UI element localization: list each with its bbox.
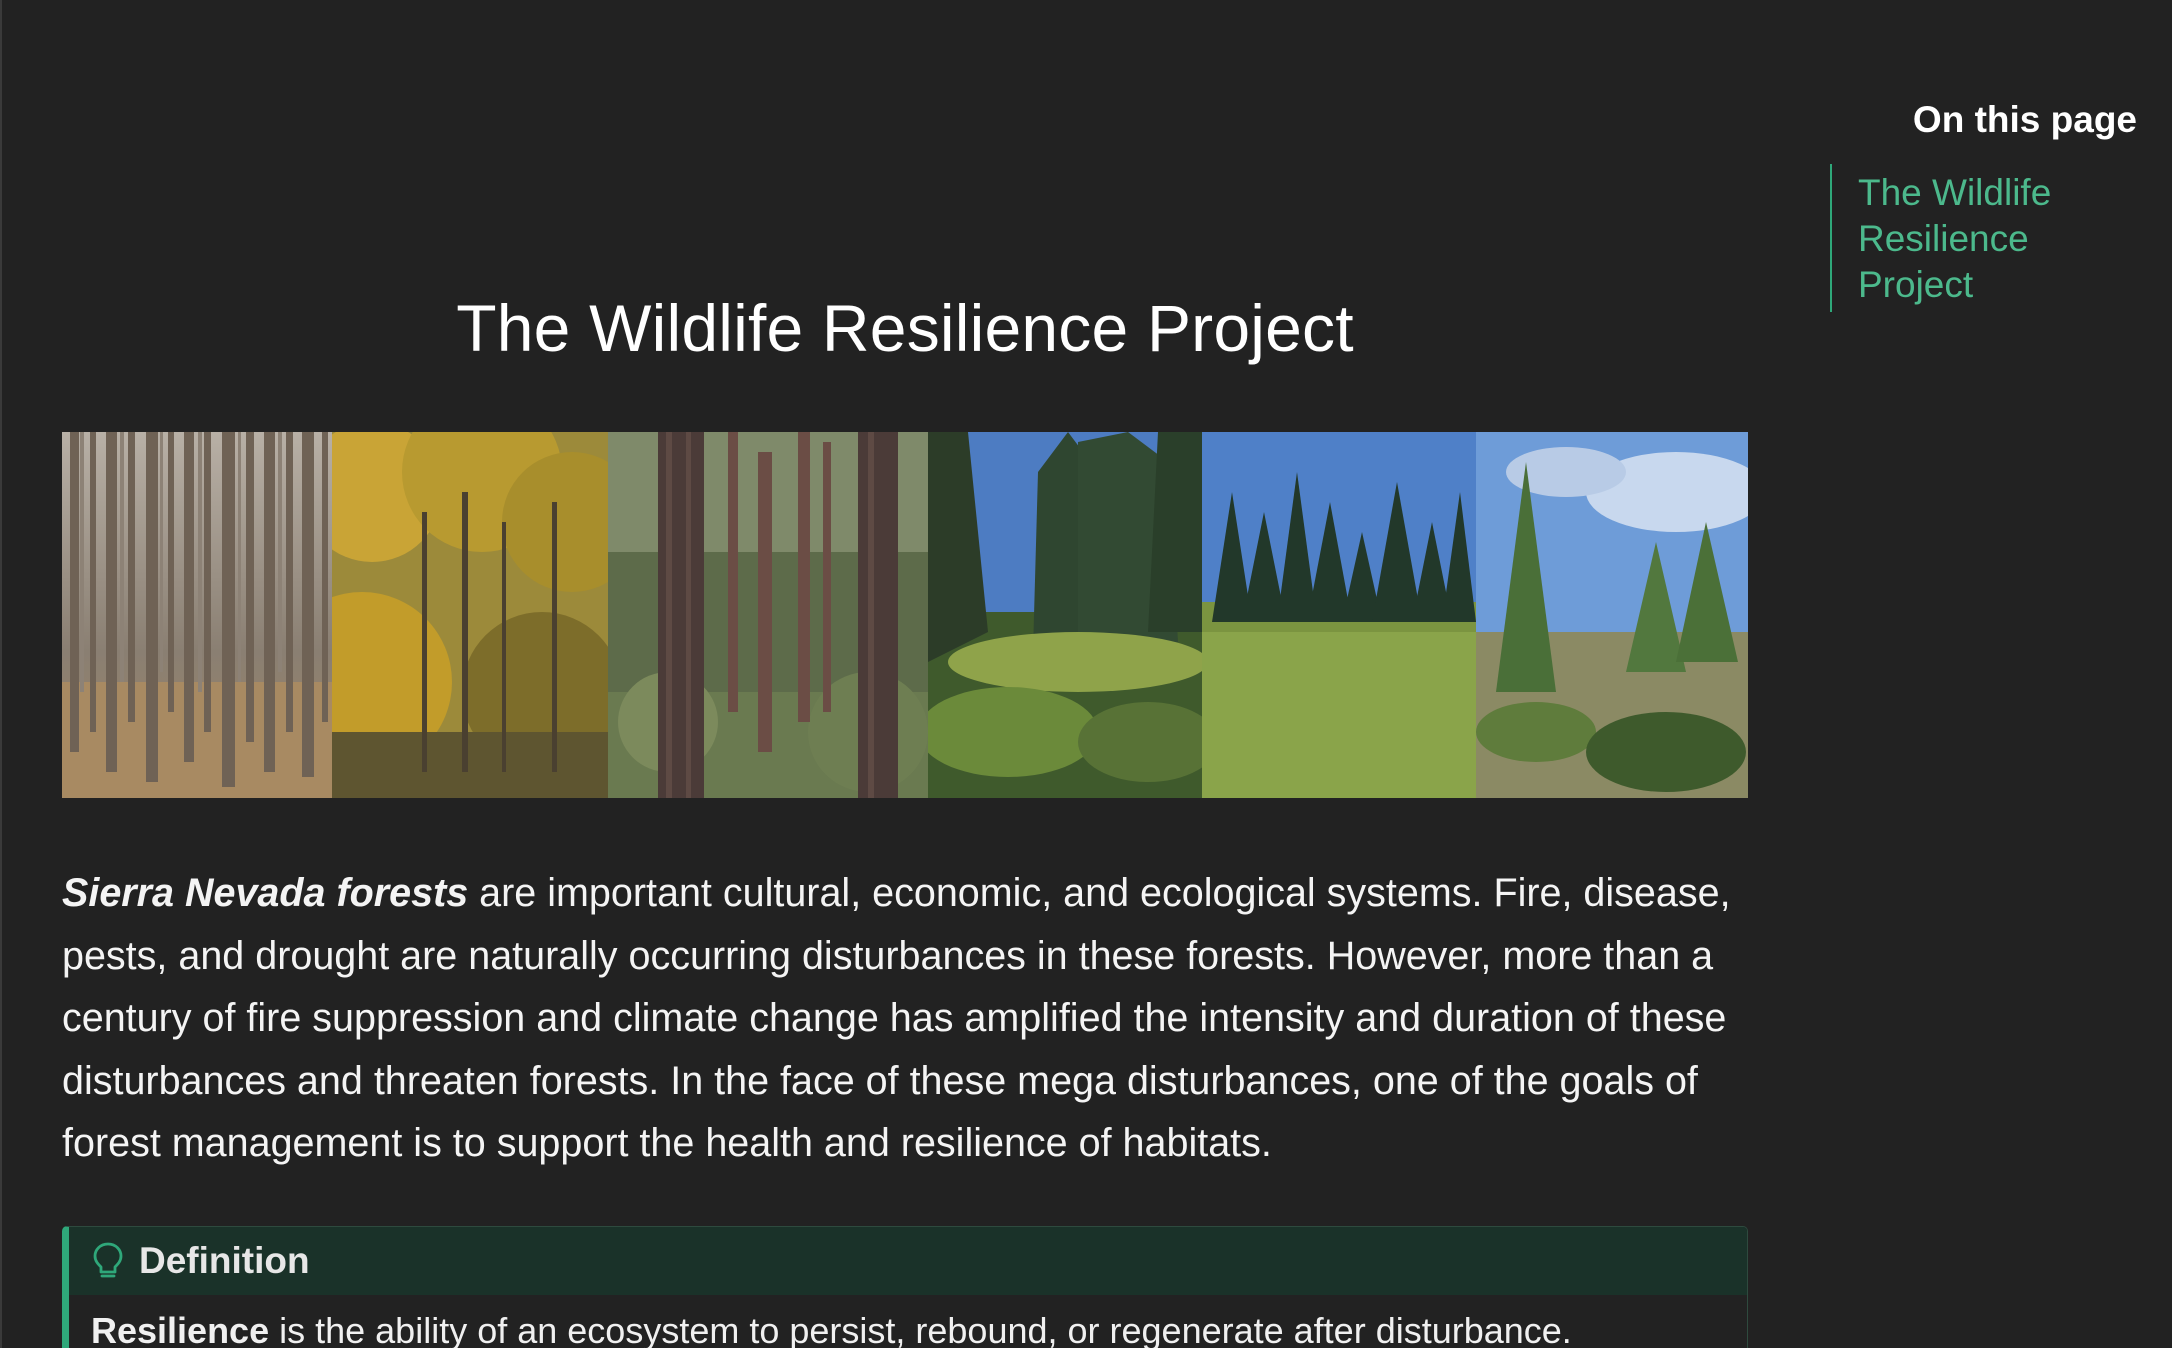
forest-photo-pine-trunks [608, 432, 928, 798]
toc-link-line1: The Wildlife [1858, 172, 2052, 213]
definition-body: Resilience is the ability of an ecosyste… [69, 1295, 1747, 1348]
page-title: The Wildlife Resilience Project [456, 291, 1354, 365]
intro-text: are important cultural, economic, and ec… [62, 871, 1731, 1165]
forest-photo-open-slope [1476, 432, 1748, 798]
forest-photo-meadow [1202, 432, 1476, 798]
definition-term: Resilience [91, 1310, 270, 1348]
definition-callout: Definition Resilience is the ability of … [62, 1226, 1748, 1348]
lightbulb-icon [93, 1242, 123, 1278]
definition-title: Definition [139, 1240, 310, 1281]
forest-photo-conifers [928, 432, 1202, 798]
definition-text: is the ability of an ecosystem to persis… [269, 1310, 1572, 1348]
definition-header: Definition [69, 1227, 1747, 1295]
forest-photo-aspens [332, 432, 608, 798]
page: The Wildlife Resilience Project Sierra N… [0, 0, 2172, 1348]
forest-banner-image [62, 432, 1748, 798]
toc-nav: The Wildlife Resilience Project [1830, 164, 2150, 312]
toc-heading: On this page [1912, 99, 2137, 140]
toc-link-line2: Resilience Project [1858, 218, 2029, 305]
toc-link-wildlife-resilience-project[interactable]: The Wildlife Resilience Project [1858, 170, 2150, 308]
intro-emphasis: Sierra Nevada forests [62, 871, 469, 915]
forest-photo-bare-trunks [62, 432, 332, 798]
intro-paragraph: Sierra Nevada forests are important cult… [62, 862, 1752, 1175]
left-border [0, 0, 2, 1348]
